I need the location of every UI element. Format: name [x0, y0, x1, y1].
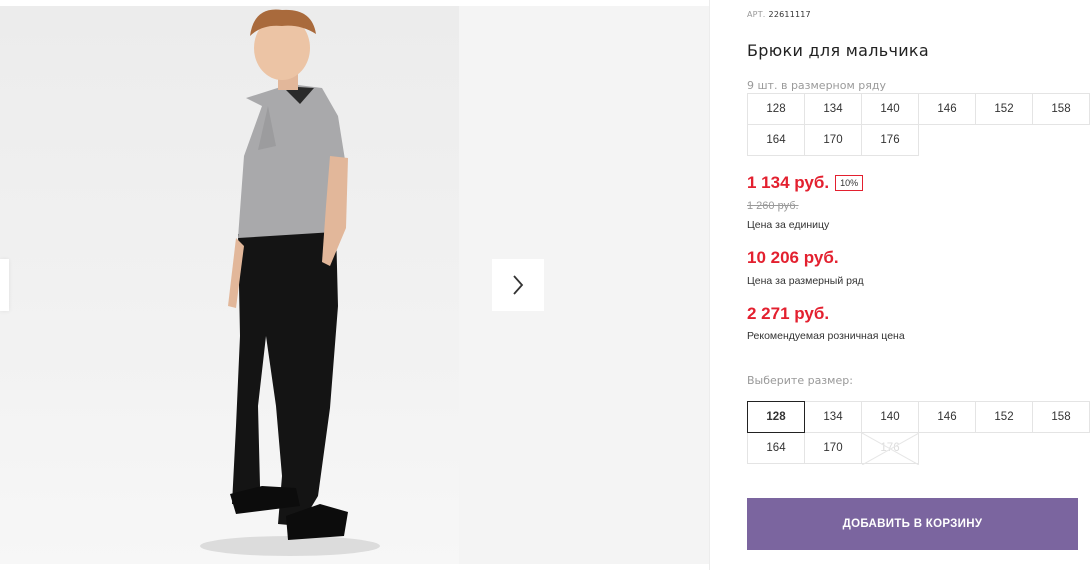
size-option-selected[interactable]: 128: [747, 401, 805, 433]
gallery-next-button[interactable]: [492, 259, 544, 311]
unavailable-cross-icon: [862, 433, 919, 465]
sku-label: АРТ.: [747, 10, 766, 19]
gallery-prev-button[interactable]: [0, 259, 9, 311]
rrp-caption: Рекомендуемая розничная цена: [747, 330, 905, 342]
row-price-caption: Цена за размерный ряд: [747, 275, 864, 287]
size-row-cell: 146: [918, 93, 976, 125]
size-row-cell: 128: [747, 93, 805, 125]
discount-badge: 10%: [835, 175, 864, 191]
product-gallery: [0, 0, 710, 570]
sku-value: 22611117: [768, 10, 811, 19]
size-picker-label: Выберите размер:: [747, 374, 853, 387]
size-option[interactable]: 164: [747, 432, 805, 464]
old-price: 1 260 руб.: [747, 200, 799, 212]
size-row-grid: 128 134 140 146 152 158 164 170 176: [747, 93, 1090, 156]
size-row-note: 9 шт. в размерном ряду: [747, 79, 886, 92]
size-option[interactable]: 170: [804, 432, 862, 464]
add-to-cart-button[interactable]: ДОБАВИТЬ В КОРЗИНУ: [747, 498, 1078, 550]
size-row-cell: 158: [1032, 93, 1090, 125]
rrp-price: 2 271 руб.: [747, 304, 830, 323]
product-sku: АРТ. 22611117: [747, 10, 811, 19]
size-option[interactable]: 140: [861, 401, 919, 433]
product-title: Брюки для мальчика: [747, 41, 930, 60]
row-price: 10 206 руб.: [747, 248, 839, 267]
product-info-panel: АРТ. 22611117 Брюки для мальчика 9 шт. в …: [747, 0, 1092, 570]
unit-price-block: 1 134 руб. 10%: [747, 173, 864, 193]
size-option[interactable]: 146: [918, 401, 976, 433]
size-option-unavailable: 176: [861, 432, 919, 465]
size-option[interactable]: 152: [975, 401, 1033, 433]
size-row-cell: 140: [861, 93, 919, 125]
size-row-cell: 176: [861, 124, 919, 156]
chevron-right-icon: [513, 275, 524, 295]
size-option[interactable]: 158: [1032, 401, 1090, 433]
boy-in-school-pants-image: [200, 9, 380, 556]
size-row-cell: 152: [975, 93, 1033, 125]
size-picker: 128 134 140 146 152 158 164 170 176: [747, 401, 1090, 465]
panel-divider: [709, 0, 710, 570]
size-row-cell: 170: [804, 124, 862, 156]
unit-price-caption: Цена за единицу: [747, 219, 830, 231]
size-option[interactable]: 134: [804, 401, 862, 433]
size-row-cell: 134: [804, 93, 862, 125]
unit-price: 1 134 руб.: [747, 173, 830, 192]
size-row-cell: 164: [747, 124, 805, 156]
product-photo[interactable]: [0, 6, 459, 564]
